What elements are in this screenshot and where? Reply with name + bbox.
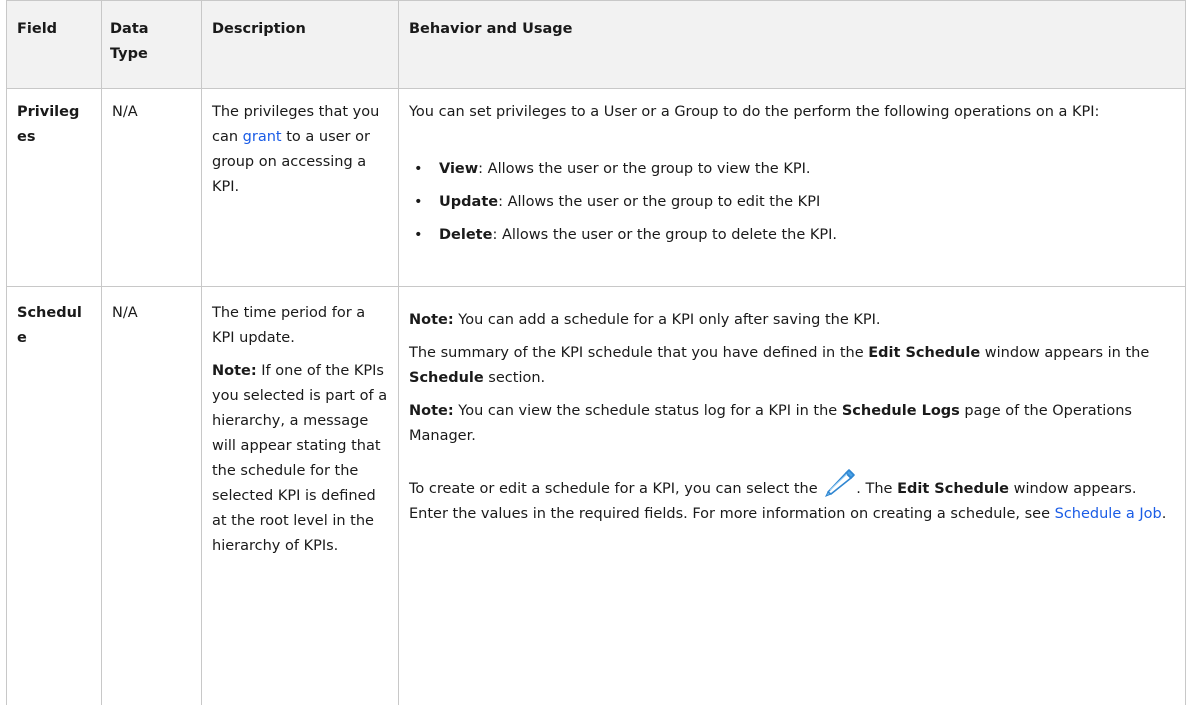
behavior-schedule: Note: You can add a schedule for a KPI o… xyxy=(409,308,1179,527)
pencil-icon xyxy=(822,467,856,497)
bullet-icon: • xyxy=(414,194,423,210)
fields-table: Field Data Type Description Behavior and … xyxy=(6,0,1186,705)
privileges-operations-list: • View: Allows the user or the group to v… xyxy=(409,157,1179,248)
create-edit-schedule-text: To create or edit a schedule for a KPI, … xyxy=(409,467,1179,527)
schedule-a-job-link[interactable]: Schedule a Job xyxy=(1055,506,1162,522)
table-header-background xyxy=(6,0,1186,88)
description-note: Note: If one of the KPIs you selected is… xyxy=(212,363,388,554)
note-save-first: Note: You can add a schedule for a KPI o… xyxy=(409,312,881,328)
description-privileges: The privileges that you can grant to a u… xyxy=(212,104,380,195)
data-type-privileges: N/A xyxy=(112,104,138,120)
bullet-icon: • xyxy=(414,161,423,177)
table-border xyxy=(6,0,1186,1)
column-header-data-type: Data Type xyxy=(110,21,149,62)
list-item: • Delete: Allows the user or the group to… xyxy=(409,223,1179,248)
column-divider xyxy=(398,0,399,705)
column-header-behavior-usage: Behavior and Usage xyxy=(409,21,573,37)
bullet-icon: • xyxy=(414,227,423,243)
list-item: • Update: Allows the user or the group to… xyxy=(409,190,1179,215)
field-privileges: Privileg es xyxy=(17,104,80,145)
field-schedule: Schedul e xyxy=(17,305,82,346)
column-header-description: Description xyxy=(212,21,306,37)
behavior-privileges: You can set privileges to a User or a Gr… xyxy=(409,104,1100,120)
column-divider xyxy=(6,0,7,705)
column-header-field: Field xyxy=(17,21,58,37)
column-divider xyxy=(101,0,102,705)
note-schedule-logs: Note: You can view the schedule status l… xyxy=(409,403,1132,444)
description-schedule: The time period for a KPI update. Note: … xyxy=(212,301,392,559)
data-type-schedule: N/A xyxy=(112,305,138,321)
list-item: • View: Allows the user or the group to v… xyxy=(409,157,1179,182)
grant-link[interactable]: grant xyxy=(243,129,282,145)
row-divider xyxy=(6,88,1186,89)
schedule-summary-text: The summary of the KPI schedule that you… xyxy=(409,345,1150,386)
column-divider xyxy=(201,0,202,705)
row-divider xyxy=(6,286,1186,287)
